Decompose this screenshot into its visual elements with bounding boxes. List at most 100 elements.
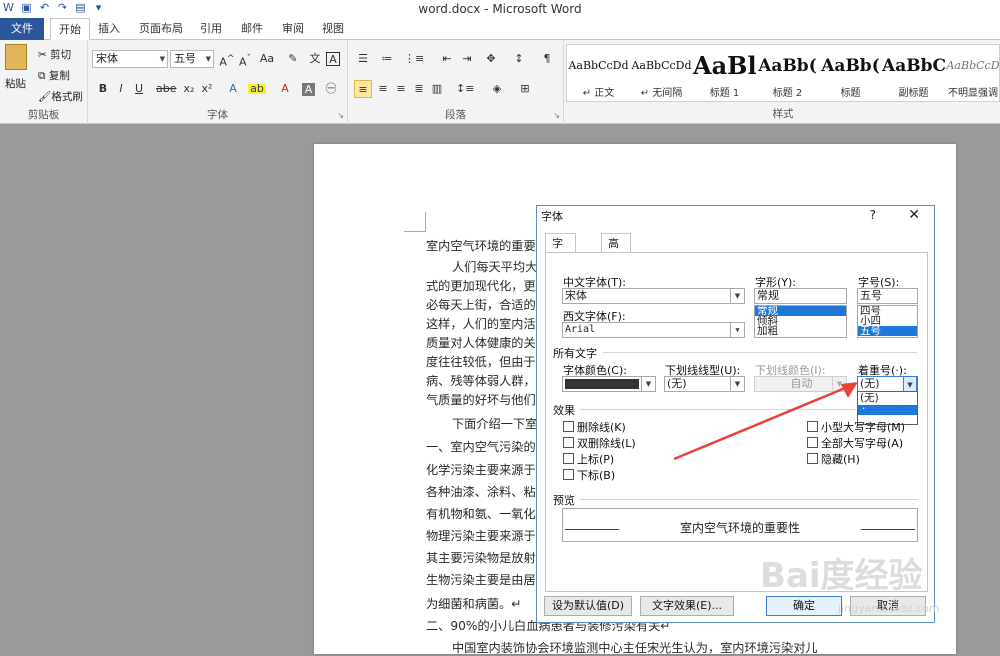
align-right-icon[interactable]: ≡ xyxy=(392,80,410,98)
tab-review[interactable]: 审阅 xyxy=(276,18,310,40)
copy-button[interactable]: ⧉ 复制 xyxy=(38,68,70,83)
tab-mailings[interactable]: 邮件 xyxy=(234,18,270,40)
tab-view[interactable]: 视图 xyxy=(316,18,350,40)
doc-line: 必每天上街，合适的 xyxy=(426,298,536,312)
doc-line: 有机物和氨、一氧化 xyxy=(426,507,536,521)
distributed-icon[interactable]: ▥ xyxy=(428,80,446,98)
italic-icon[interactable]: I xyxy=(112,80,130,98)
double-strikethrough-checkbox[interactable] xyxy=(563,437,574,448)
phonetic-guide-icon[interactable]: 文 xyxy=(306,50,324,68)
doc-line: 一、室内空气污染的 xyxy=(426,440,536,454)
size-option[interactable]: 五号 xyxy=(858,326,917,336)
chevron-down-icon: ▼ xyxy=(641,376,655,392)
superscript-checkbox[interactable] xyxy=(563,453,574,464)
ribbon-tabs: 文件 开始 插入 页面布局 引用 邮件 审阅 视图 xyxy=(0,18,1000,40)
set-default-button[interactable]: 设为默认值(D) xyxy=(544,596,632,616)
size-list[interactable]: 四号 小四 五号 xyxy=(857,305,918,338)
cut-button[interactable]: ✂ 剪切 xyxy=(38,47,71,62)
style-no-spacing[interactable]: AaBbCcDd ↵ 无间隔 xyxy=(630,45,693,103)
ok-button[interactable]: 确定 xyxy=(766,596,842,616)
size-input[interactable]: 五号 xyxy=(857,288,918,304)
style-subtle-emphasis[interactable]: AaBbCcD 不明显强调 xyxy=(945,45,1000,103)
west-font-select[interactable]: Arial ▼ xyxy=(562,322,745,338)
underline-icon[interactable]: U xyxy=(130,80,148,98)
show-marks-icon[interactable]: ¶ xyxy=(538,50,556,68)
numbering-icon[interactable]: ≔ xyxy=(378,50,396,68)
bold-icon[interactable]: B xyxy=(94,80,112,98)
help-icon[interactable]: ? xyxy=(870,208,876,222)
font-color-icon[interactable]: A xyxy=(276,80,294,98)
subscript-checkbox[interactable] xyxy=(563,469,574,480)
paste-icon[interactable] xyxy=(5,44,27,70)
grow-font-icon[interactable]: A^ xyxy=(218,50,236,69)
text-effects-button[interactable]: 文字效果(E)... xyxy=(640,596,734,616)
style-name: 标题 1 xyxy=(709,88,740,99)
superscript-icon[interactable]: x² xyxy=(198,80,216,98)
borders-icon[interactable]: ⊞ xyxy=(516,80,534,98)
dialog-launcher-icon[interactable]: ↘ xyxy=(553,111,560,120)
clear-format-icon[interactable]: ✎ xyxy=(284,50,302,68)
strikethrough-label: 删除线(K) xyxy=(577,421,626,434)
style-list[interactable]: 常规 倾斜 加粗 xyxy=(754,305,847,338)
style-option[interactable]: 加粗 xyxy=(755,326,846,337)
style-sample: AaBb( xyxy=(758,56,817,76)
style-name: 标题 xyxy=(840,88,861,99)
tab-references[interactable]: 引用 xyxy=(194,18,228,40)
char-border-icon[interactable]: A xyxy=(326,52,340,66)
style-subtitle[interactable]: AaBbC 副标题 xyxy=(882,45,945,103)
doc-line: 其主要污染物是放射 xyxy=(426,551,536,565)
style-name: ↵ 正文 xyxy=(582,88,615,99)
close-icon[interactable]: ✕ xyxy=(908,207,920,223)
dialog-launcher-icon[interactable]: ↘ xyxy=(337,111,344,120)
enclose-char-icon[interactable]: ㊀ xyxy=(322,80,340,98)
tab-font[interactable]: 字体(N) xyxy=(545,233,576,290)
subscript-icon[interactable]: x₂ xyxy=(180,80,198,98)
tab-insert[interactable]: 插入 xyxy=(92,18,126,40)
highlight-icon[interactable]: ab xyxy=(248,83,266,94)
decrease-indent-icon[interactable]: ⇤ xyxy=(438,50,456,68)
style-sample: AaBl xyxy=(693,51,756,80)
align-center-icon[interactable]: ≡ xyxy=(374,80,392,98)
strikethrough-icon[interactable]: abe xyxy=(156,80,177,98)
font-color-select[interactable]: ▼ xyxy=(562,376,656,392)
chevron-down-icon: ▼ xyxy=(159,55,165,63)
cn-font-select[interactable]: 宋体 ▼ xyxy=(562,288,745,304)
bullets-icon[interactable]: ☰ xyxy=(354,50,372,68)
font-name-combo[interactable]: 宋体 ▼ xyxy=(92,50,168,68)
preview-baseline xyxy=(861,529,915,530)
font-size-combo[interactable]: 五号 ▼ xyxy=(170,50,214,68)
format-painter-button[interactable]: 🖌格式刷 xyxy=(38,89,83,104)
paragraph-group-label: 段落 xyxy=(445,109,466,121)
style-title[interactable]: AaBb( 标题 xyxy=(819,45,882,103)
shading-icon[interactable]: ◈ xyxy=(488,80,506,98)
watermark-logo: Bai度经验 xyxy=(760,556,923,596)
style-normal[interactable]: AaBbCcDd ↵ 正文 xyxy=(567,45,630,103)
multilevel-list-icon[interactable]: ⋮≡ xyxy=(404,50,424,68)
superscript-label: 上标(P) xyxy=(577,453,615,466)
clipboard-group: 粘贴 ✂ 剪切 ⧉ 复制 🖌格式刷 剪贴板 xyxy=(0,40,88,124)
tab-file[interactable]: 文件 xyxy=(0,18,44,40)
paste-button[interactable]: 粘贴 xyxy=(5,76,26,91)
sort-icon[interactable]: ↕ xyxy=(510,50,528,68)
subscript-label: 下标(B) xyxy=(577,469,616,482)
increase-indent-icon[interactable]: ⇥ xyxy=(458,50,476,68)
margin-corner-mark xyxy=(404,212,426,232)
line-spacing-icon[interactable]: ↕≡ xyxy=(456,80,474,98)
align-left-icon[interactable]: ≡ xyxy=(354,80,372,98)
style-input[interactable]: 常规 xyxy=(754,288,847,304)
style-heading-1[interactable]: AaBl 标题 1 xyxy=(693,45,756,103)
chinese-layout-icon[interactable]: ✥ xyxy=(482,50,500,68)
strikethrough-checkbox[interactable] xyxy=(563,421,574,432)
clipboard-group-label: 剪贴板 xyxy=(27,109,60,121)
tab-advanced[interactable]: 高级(V) xyxy=(601,233,632,290)
text-effects-icon[interactable]: A xyxy=(224,80,242,98)
char-shading-icon[interactable]: A xyxy=(302,83,315,96)
double-strikethrough-label: 双删除线(L) xyxy=(577,437,636,450)
styles-gallery: AaBbCcDd ↵ 正文 AaBbCcDd ↵ 无间隔 AaBl 标题 1 A… xyxy=(566,44,1000,102)
shrink-font-icon[interactable]: Aˇ xyxy=(236,50,254,69)
justify-icon[interactable]: ≣ xyxy=(410,80,428,98)
change-case-icon[interactable]: Aa xyxy=(258,50,276,68)
style-heading-2[interactable]: AaBb( 标题 2 xyxy=(756,45,819,103)
tab-page-layout[interactable]: 页面布局 xyxy=(132,18,190,40)
tab-home[interactable]: 开始 xyxy=(50,18,90,40)
